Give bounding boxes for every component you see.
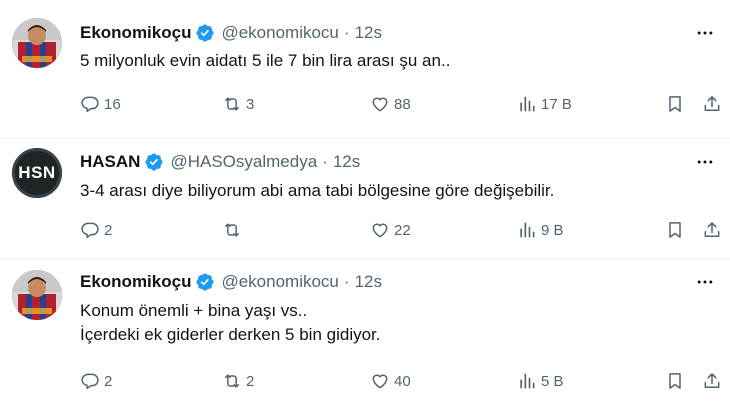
share-button[interactable] (702, 92, 722, 116)
share-icon (704, 222, 720, 237)
author-name[interactable]: Ekonomikoçu (80, 23, 191, 43)
bookmark-icon (669, 222, 681, 238)
like-button[interactable]: 40 (370, 369, 411, 393)
bookmark-button[interactable] (665, 92, 685, 116)
reply-icon (81, 373, 99, 390)
like-button[interactable]: 22 (370, 218, 411, 242)
author-handle[interactable]: @ekonomikocu (221, 272, 338, 292)
bookmark-button[interactable] (665, 218, 685, 242)
author-handle[interactable]: @HASOsyalmedya (170, 152, 317, 172)
views-count: 5 B (541, 372, 564, 390)
views-icon (520, 96, 535, 112)
like-button[interactable]: 88 (370, 92, 411, 116)
tweet-2[interactable]: HSN HASAN @HASOsyalmedya · 12s 3-4 arası… (0, 139, 730, 259)
author-handle[interactable]: @ekonomikocu (221, 23, 338, 43)
avatar[interactable] (12, 18, 62, 68)
like-count: 88 (394, 95, 411, 113)
more-icon[interactable] (694, 152, 716, 172)
bookmark-icon (669, 373, 681, 389)
bookmark-icon (669, 96, 681, 112)
more-icon[interactable] (694, 272, 716, 292)
reply-button[interactable]: 2 (80, 218, 112, 242)
share-button[interactable] (702, 218, 722, 242)
more-icon[interactable] (694, 23, 716, 43)
retweet-count: 2 (246, 372, 255, 390)
like-icon (372, 97, 388, 112)
timestamp[interactable]: 12s (355, 272, 382, 292)
avatar-logo-text: HSN (18, 163, 56, 182)
views-icon (520, 222, 535, 238)
views-count: 9 B (541, 221, 564, 239)
verified-badge-icon (196, 24, 215, 42)
views-button[interactable]: 9 B (517, 218, 564, 242)
views-count: 17 B (541, 95, 572, 113)
retweet-icon (225, 374, 239, 388)
reply-count: 16 (104, 95, 121, 113)
retweet-button[interactable]: 2 (222, 369, 254, 393)
author-name[interactable]: Ekonomikoçu (80, 272, 191, 292)
tweet-text: 3-4 arası diye biliyorum abi ama tabi bö… (80, 179, 554, 203)
tweet-text: 5 milyonluk evin aidatı 5 ile 7 bin lira… (80, 49, 450, 73)
tweet-text: Konum önemli + bina yaşı vs.. İçerdeki e… (80, 299, 381, 347)
like-icon (372, 223, 388, 238)
like-icon (372, 374, 388, 389)
timestamp[interactable]: 12s (333, 152, 360, 172)
reply-button[interactable]: 2 (80, 369, 112, 393)
retweet-icon (225, 97, 239, 111)
reply-count: 2 (104, 221, 113, 239)
reply-icon (81, 96, 99, 113)
tweet-text-line: 5 milyonluk evin aidatı 5 ile 7 bin lira… (80, 51, 451, 70)
separator-dot: · (343, 272, 350, 291)
bookmark-button[interactable] (665, 369, 685, 393)
tweet-text-line: Konum önemli + bina yaşı vs.. (80, 301, 308, 320)
tweet-text-line: 3-4 arası diye biliyorum abi ama tabi bö… (80, 181, 555, 200)
verified-badge-icon (145, 153, 163, 171)
author-name[interactable]: HASAN (80, 152, 140, 172)
retweet-button[interactable]: 3 (222, 92, 254, 116)
verified-badge-icon (196, 273, 215, 291)
tweet-actions: 2 2 40 5 B (80, 369, 720, 393)
separator-dot: · (343, 23, 350, 42)
tweet-actions: 16 3 88 17 B (80, 92, 720, 116)
avatar[interactable] (12, 270, 62, 320)
retweet-count: 3 (246, 95, 255, 113)
share-icon (704, 373, 720, 388)
tweet-3[interactable]: Ekonomikoçu @ekonomikocu · 12s Konum öne… (0, 260, 730, 420)
separator-dot: · (322, 152, 328, 171)
views-button[interactable]: 5 B (517, 369, 564, 393)
avatar[interactable]: HSN (12, 148, 62, 198)
tweet-actions: 2 22 9 B (80, 218, 720, 242)
timestamp[interactable]: 12s (355, 23, 382, 43)
views-button[interactable]: 17 B (517, 92, 572, 116)
share-icon (704, 96, 720, 111)
views-icon (520, 373, 535, 389)
retweet-button[interactable] (222, 218, 246, 242)
like-count: 22 (394, 221, 411, 239)
reply-count: 2 (104, 372, 113, 390)
reply-icon (81, 222, 99, 239)
retweet-icon (225, 223, 239, 237)
share-button[interactable] (702, 369, 722, 393)
like-count: 40 (394, 372, 411, 390)
reply-button[interactable]: 16 (80, 92, 121, 116)
tweet-text-line: İçerdeki ek giderler derken 5 bin gidiyo… (80, 325, 381, 344)
tweet-1[interactable]: Ekonomikoçu @ekonomikocu · 12s 5 milyonl… (0, 0, 730, 138)
